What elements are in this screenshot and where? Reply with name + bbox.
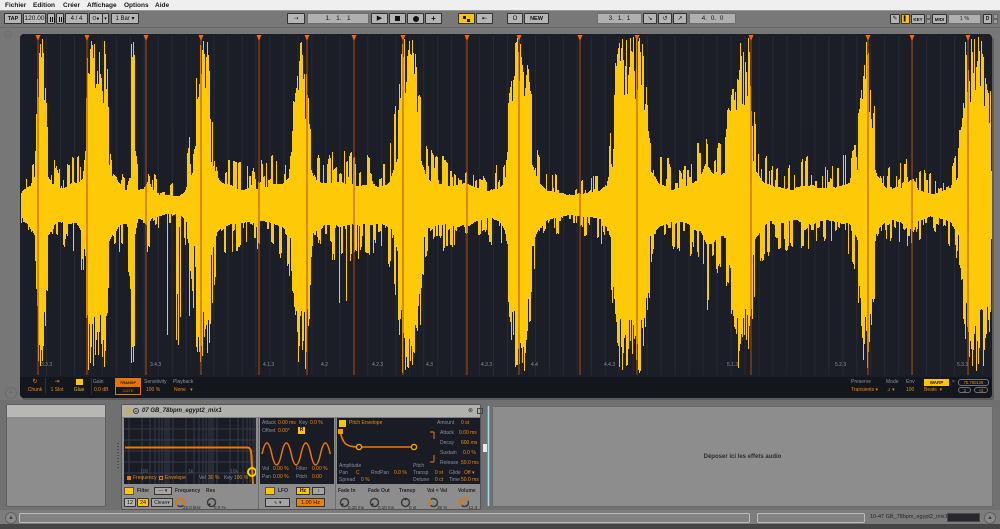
svg-text:1k: 1k <box>188 469 194 475</box>
